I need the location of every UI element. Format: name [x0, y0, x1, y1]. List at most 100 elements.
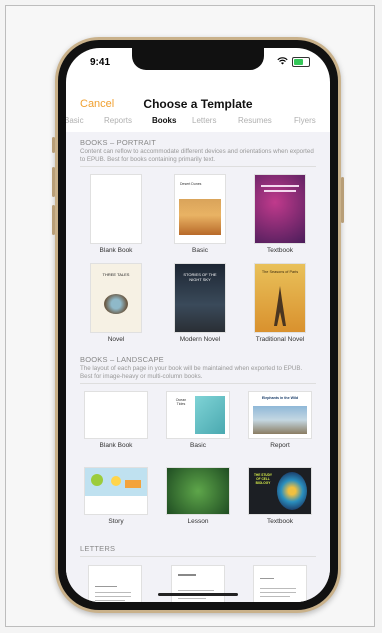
- template-story-landscape[interactable]: Story: [78, 468, 154, 525]
- cover-title-line: [261, 185, 299, 187]
- template-thumbnail: Desert Dunes: [175, 175, 225, 243]
- house-image: [125, 480, 141, 488]
- section-description-books-portrait: Content can reflow to accommodate differ…: [80, 148, 314, 163]
- template-label: Blank Book: [99, 442, 133, 449]
- text-line: [95, 586, 117, 587]
- template-basic-portrait[interactable]: Desert Dunes Basic: [164, 175, 236, 254]
- template-label: Basic: [192, 247, 208, 254]
- template-blank-book-landscape[interactable]: Blank Book: [78, 392, 154, 449]
- template-letter-2[interactable]: [170, 566, 226, 602]
- template-thumbnail: [255, 175, 305, 243]
- tab-resumes[interactable]: Resumes: [238, 116, 272, 125]
- template-blank-book-portrait[interactable]: Blank Book: [80, 175, 152, 254]
- ocean-image: [195, 396, 225, 434]
- wifi-icon: [277, 57, 288, 67]
- section-title-books-landscape: BOOKS – LANDSCAPE: [80, 355, 164, 364]
- template-label: Basic: [190, 442, 206, 449]
- text-line: [178, 598, 206, 599]
- cell-image: [277, 472, 307, 510]
- tab-reports[interactable]: Reports: [104, 116, 132, 125]
- cover-title-line: [264, 190, 296, 192]
- phone-device: 9:41 Cancel Choose a Template Basic Repo…: [52, 37, 344, 613]
- template-novel-portrait[interactable]: THREE TALES Novel: [80, 264, 152, 343]
- template-label: Blank Book: [99, 247, 133, 254]
- template-thumbnail: [85, 468, 147, 514]
- sun-image: [111, 476, 121, 486]
- template-thumbnail: STORIES OF THE NIGHT SKY: [175, 264, 225, 332]
- text-line: [260, 596, 290, 597]
- text-line: [95, 592, 131, 593]
- section-divider: [80, 556, 316, 557]
- cover-title: THREE TALES: [102, 272, 130, 277]
- template-list[interactable]: BOOKS – PORTRAIT Content can reflow to a…: [66, 132, 330, 602]
- tab-letters[interactable]: Letters: [192, 116, 216, 125]
- template-label: Story: [108, 518, 124, 525]
- cover-title: The Seasons of Paris: [261, 270, 299, 274]
- template-label: Traditional Novel: [255, 336, 305, 343]
- template-thumbnail: Elephants in the Wild: [249, 392, 311, 438]
- section-divider: [80, 383, 316, 384]
- volume-up-button: [52, 167, 55, 197]
- eiffel-tower-image: [274, 286, 286, 326]
- template-letter-1[interactable]: [87, 566, 143, 602]
- template-letter-3[interactable]: [252, 566, 308, 602]
- template-thumbnail: THE STUDY OF CELL BIOLOGY: [249, 468, 311, 514]
- page-title: Choose a Template: [143, 97, 253, 111]
- volume-down-button: [52, 205, 55, 235]
- status-icons: [277, 57, 310, 67]
- template-thumbnail: [167, 468, 229, 514]
- text-line: [260, 592, 296, 593]
- template-modern-novel-portrait[interactable]: STORIES OF THE NIGHT SKY Modern Novel: [164, 264, 236, 343]
- template-label: Textbook: [266, 518, 294, 525]
- template-basic-landscape[interactable]: Ocean Tides Basic: [160, 392, 236, 449]
- section-title-books-portrait: BOOKS – PORTRAIT: [80, 138, 156, 147]
- template-label: Lesson: [187, 518, 209, 525]
- tab-flyers[interactable]: Flyers: [294, 116, 316, 125]
- mute-switch: [52, 137, 55, 153]
- text-line: [260, 588, 296, 589]
- text-line: [178, 574, 196, 576]
- template-thumbnail: [85, 392, 147, 438]
- template-label: Report: [270, 442, 290, 449]
- cover-title: STORIES OF THE NIGHT SKY: [183, 272, 217, 282]
- desert-image: [179, 199, 221, 235]
- template-lesson-landscape[interactable]: Lesson: [160, 468, 236, 525]
- template-traditional-novel-portrait[interactable]: The Seasons of Paris Traditional Novel: [244, 264, 316, 343]
- text-line: [95, 600, 125, 601]
- cover-title: Ocean Tides: [175, 398, 187, 407]
- text-line: [260, 578, 274, 579]
- template-textbook-landscape[interactable]: THE STUDY OF CELL BIOLOGY Textbook: [242, 468, 318, 525]
- section-title-letters: LETTERS: [80, 544, 116, 553]
- template-thumbnail: The Seasons of Paris: [255, 264, 305, 332]
- text-line: [178, 590, 214, 591]
- nest-image: [104, 294, 128, 314]
- status-time: 9:41: [90, 57, 111, 68]
- template-thumbnail: [91, 175, 141, 243]
- cover-title: THE STUDY OF CELL BIOLOGY: [253, 473, 273, 485]
- phone-screen: 9:41 Cancel Choose a Template Basic Repo…: [66, 48, 330, 602]
- template-thumbnail: [172, 566, 224, 602]
- template-label: Textbook: [266, 247, 294, 254]
- template-thumbnail: Ocean Tides: [167, 392, 229, 438]
- battery-icon: [292, 57, 310, 67]
- text-line: [95, 596, 131, 597]
- tab-basic[interactable]: Basic: [66, 116, 84, 125]
- cover-title: Desert Dunes: [180, 182, 202, 186]
- section-description-books-landscape: The layout of each page in your book wil…: [80, 365, 303, 380]
- notch: [132, 48, 264, 70]
- tree-image: [91, 474, 103, 486]
- template-thumbnail: [254, 566, 306, 602]
- tab-books[interactable]: Books: [152, 116, 176, 125]
- template-label: Novel: [107, 336, 125, 343]
- template-textbook-portrait[interactable]: Textbook: [244, 175, 316, 254]
- template-label: Modern Novel: [179, 336, 221, 343]
- template-thumbnail: [89, 566, 141, 602]
- template-report-landscape[interactable]: Elephants in the Wild Report: [242, 392, 318, 449]
- template-category-tabs: Basic Reports Books Letters Resumes Flye…: [66, 116, 330, 130]
- home-indicator[interactable]: [158, 593, 238, 596]
- side-button: [341, 177, 344, 223]
- template-thumbnail: THREE TALES: [91, 264, 141, 332]
- elephant-image: [253, 406, 307, 434]
- cover-title: Elephants in the Wild: [261, 396, 299, 400]
- section-divider: [80, 166, 316, 167]
